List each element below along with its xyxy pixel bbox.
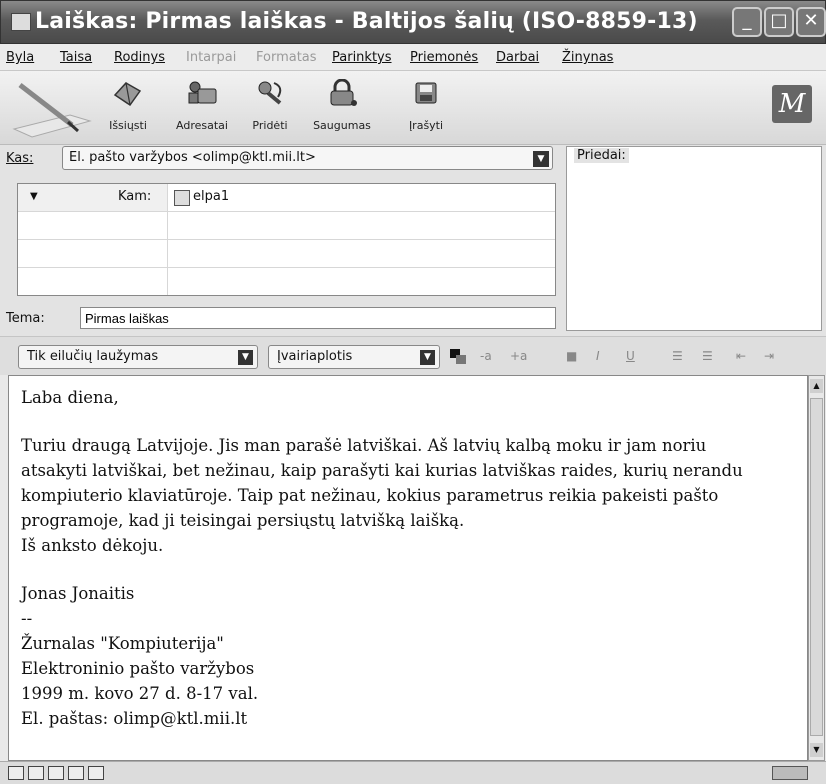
security-label: Saugumas <box>313 119 371 132</box>
chevron-down-icon[interactable]: ▼ <box>533 151 549 167</box>
body-line: Laba diena, <box>21 388 119 407</box>
menu-byla[interactable]: Byla <box>6 50 34 65</box>
numbered-list-icon[interactable]: ☰ <box>702 349 713 363</box>
chevron-down-icon: ▼ <box>420 350 435 365</box>
toolbar: Išsiųsti Adresatai Pridėti Saugumas Įraš… <box>0 71 826 145</box>
scroll-up-icon[interactable]: ▲ <box>810 379 823 393</box>
text-color-icon[interactable] <box>448 347 470 367</box>
recipient-type-select[interactable]: ▼ Kam: <box>18 184 168 211</box>
menu-zinynas[interactable]: Žinynas <box>562 50 613 65</box>
close-button[interactable]: ✕ <box>796 7 826 37</box>
attach-icon <box>258 81 282 105</box>
recipient-row[interactable] <box>18 212 555 240</box>
send-icon <box>113 82 142 107</box>
message-body[interactable]: Laba diena, Turiu draugą Latvijoje. Jis … <box>8 375 808 761</box>
chevron-down-icon: ▼ <box>238 350 253 365</box>
font-value: Įvairiaplotis <box>277 349 353 364</box>
window-icon <box>11 13 31 31</box>
body-line: Žurnalas "Kompiuterija" <box>21 634 224 653</box>
bold-icon[interactable]: ■ <box>566 349 577 363</box>
menu-rodinys[interactable]: Rodinys <box>114 50 165 65</box>
scroll-down-icon[interactable]: ▼ <box>810 743 823 757</box>
from-label: Kas: <box>6 151 34 166</box>
maximize-button[interactable]: □ <box>764 7 794 37</box>
address-book-label: Adresatai <box>176 119 228 132</box>
menu-intarpai[interactable]: Intarpai <box>186 50 236 65</box>
menu-formatas[interactable]: Formatas <box>256 50 317 65</box>
send-button[interactable]: Išsiųsti <box>96 75 160 139</box>
window-title: Laiškas: Pirmas laiškas - Baltijos šalių… <box>35 9 698 34</box>
send-label: Išsiųsti <box>109 119 147 132</box>
font-select[interactable]: Įvairiaplotis ▼ <box>268 345 440 369</box>
attachments-box[interactable] <box>566 146 822 331</box>
format-toolbar: Tik eilučių laužymas ▼ Įvairiaplotis ▼ -… <box>0 336 826 375</box>
status-bar <box>0 761 826 784</box>
security-button[interactable]: Saugumas <box>310 75 374 139</box>
from-select[interactable]: El. pašto varžybos <olimp@ktl.mii.lt> <box>62 146 553 170</box>
subject-label: Tema: <box>6 311 45 326</box>
menu-priemones[interactable]: Priemonės <box>410 50 478 65</box>
body-line: Elektroninio pašto varžybos <box>21 659 255 678</box>
vertical-scrollbar[interactable]: ▲ ▼ <box>808 375 825 761</box>
menu-bar: Byla Taisa Rodinys Intarpai Formatas Par… <box>0 44 826 71</box>
increase-font-icon[interactable]: +a <box>510 349 527 363</box>
save-icon <box>415 82 437 104</box>
save-button[interactable]: Įrašyti <box>394 75 458 139</box>
app-status-icon[interactable] <box>8 766 24 780</box>
chevron-down-icon: ▼ <box>30 191 38 202</box>
subject-input[interactable] <box>80 307 556 329</box>
indent-icon[interactable]: ⇥ <box>764 349 774 363</box>
body-line: atsakyti latviškai, bet nežinau, kaip pa… <box>21 461 743 480</box>
attach-button[interactable]: Pridėti <box>238 75 302 139</box>
recipient-row[interactable]: ▼ Kam: elpa1 <box>18 184 555 212</box>
body-line: Turiu draugą Latvijoje. Jis man parašė l… <box>21 436 707 455</box>
to-value[interactable]: elpa1 <box>193 189 229 204</box>
address-book-button[interactable]: Adresatai <box>170 75 234 139</box>
body-line: Jonas Jonaitis <box>21 584 135 603</box>
body-line: -- <box>21 609 33 628</box>
italic-icon[interactable]: I <box>596 349 600 363</box>
body-line: Iš anksto dėkoju. <box>21 536 164 555</box>
paragraph-style-select[interactable]: Tik eilučių laužymas ▼ <box>18 345 258 369</box>
recipient-row[interactable] <box>18 240 555 268</box>
security-lock-icon <box>330 79 357 106</box>
chat-icon[interactable] <box>88 766 104 780</box>
pen-paper-icon <box>12 83 92 138</box>
menu-darbai[interactable]: Darbai <box>496 50 539 65</box>
address-book-icon <box>188 81 217 104</box>
scrollbar-thumb[interactable] <box>810 398 823 736</box>
title-bar: Laiškas: Pirmas laiškas - Baltijos šalių… <box>0 0 826 44</box>
save-label: Įrašyti <box>408 119 444 132</box>
body-line: El. paštas: olimp@ktl.mii.lt <box>21 709 248 728</box>
menu-parinktys[interactable]: Parinktys <box>332 50 392 65</box>
attachments-label: Priedai: <box>574 148 629 163</box>
outdent-icon[interactable]: ⇤ <box>736 349 746 363</box>
from-value: El. pašto varžybos <olimp@ktl.mii.lt> <box>69 150 316 165</box>
paragraph-style-value: Tik eilučių laužymas <box>27 349 159 364</box>
recipient-row[interactable] <box>18 268 555 295</box>
menu-taisa[interactable]: Taisa <box>60 50 92 65</box>
mail-icon[interactable] <box>28 766 44 780</box>
to-label: Kam: <box>118 189 152 204</box>
body-line: programoje, kad ji teisingai persiųstų l… <box>21 511 465 530</box>
decrease-font-icon[interactable]: -a <box>480 349 492 363</box>
composer-icon[interactable] <box>68 766 84 780</box>
attach-label: Pridėti <box>252 119 288 132</box>
app-logo: M <box>772 85 812 123</box>
online-status-icon[interactable] <box>772 766 808 780</box>
minimize-button[interactable]: _ <box>732 7 762 37</box>
bullet-list-icon[interactable]: ☰ <box>672 349 683 363</box>
body-line: 1999 m. kovo 27 d. 8-17 val. <box>21 684 259 703</box>
contacts-icon[interactable] <box>48 766 64 780</box>
recipient-list: ▼ Kam: elpa1 <box>17 183 556 296</box>
underline-icon[interactable]: U <box>626 349 635 363</box>
body-line: kompiuterio klaviatūroje. Taip pat nežin… <box>21 486 719 505</box>
contact-card-icon <box>174 190 190 206</box>
